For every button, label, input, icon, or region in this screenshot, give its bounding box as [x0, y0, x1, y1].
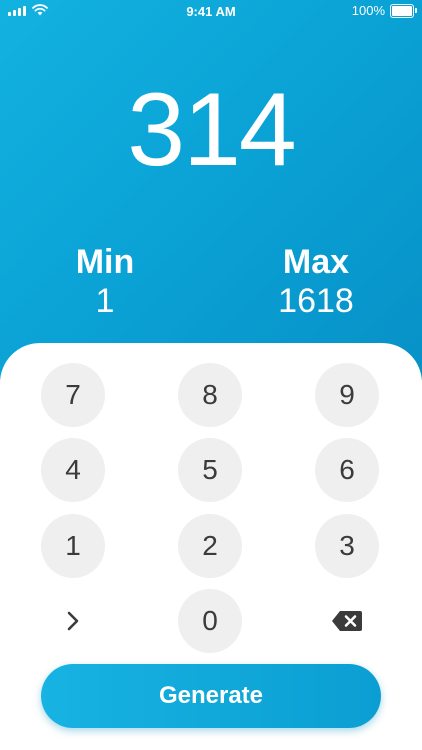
- battery-percentage: 100%: [351, 3, 385, 18]
- key-2[interactable]: 2: [178, 514, 242, 578]
- result-panel: 9:41 AM 100% 314 Min 1 Max 1618: [0, 0, 422, 380]
- key-4[interactable]: 4: [41, 438, 105, 502]
- generate-button[interactable]: Generate: [41, 664, 381, 728]
- status-bar: 9:41 AM 100%: [0, 0, 422, 24]
- max-value: 1618: [278, 282, 354, 321]
- key-6[interactable]: 6: [315, 438, 379, 502]
- status-right: 100%: [351, 3, 417, 18]
- chevron-right-icon: [67, 611, 79, 631]
- max-field[interactable]: Max 1618: [246, 243, 386, 321]
- key-5[interactable]: 5: [178, 438, 242, 502]
- delete-button[interactable]: [315, 589, 379, 653]
- key-7[interactable]: 7: [41, 363, 105, 427]
- backspace-icon: [332, 611, 362, 631]
- min-value: 1: [95, 282, 115, 321]
- key-3[interactable]: 3: [315, 514, 379, 578]
- next-field-button[interactable]: [41, 589, 105, 653]
- key-8[interactable]: 8: [178, 363, 242, 427]
- max-label: Max: [282, 243, 350, 281]
- key-1[interactable]: 1: [41, 514, 105, 578]
- min-field[interactable]: Min 1: [35, 243, 175, 321]
- min-label: Min: [75, 243, 135, 281]
- key-9[interactable]: 9: [315, 363, 379, 427]
- key-0[interactable]: 0: [178, 589, 242, 653]
- random-number-screen: 9:41 AM 100% 314 Min 1 Max 1618 7 8 9 4 …: [0, 0, 422, 750]
- battery-icon: [390, 3, 417, 18]
- result-number: 314: [127, 72, 297, 188]
